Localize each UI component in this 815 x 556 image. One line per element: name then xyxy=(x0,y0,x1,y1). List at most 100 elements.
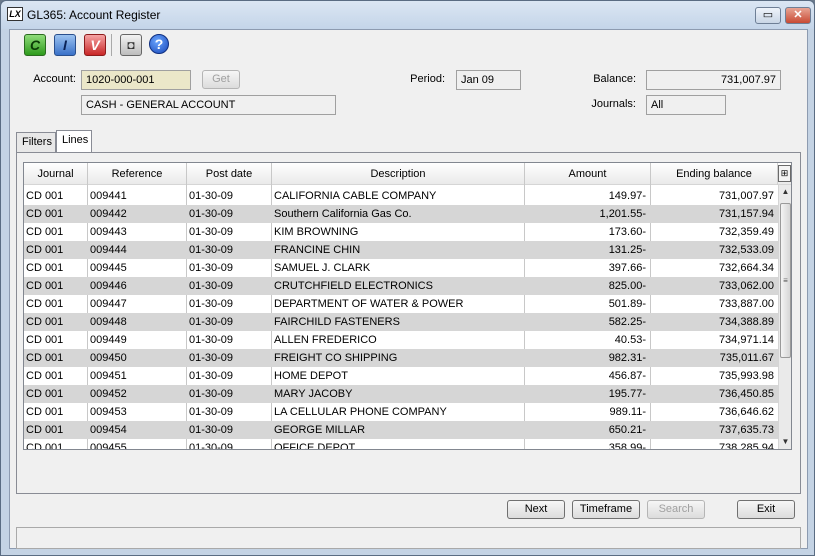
column-header-ending-balance[interactable]: Ending balance xyxy=(651,163,778,185)
table-row[interactable]: CD 001 009447 01-30-09 DEPARTMENT OF WATER … xyxy=(24,295,778,313)
cell-amount: 650.21- xyxy=(608,424,646,436)
table-row[interactable]: CD 001 009453 01-30-09 LA CELLULAR PHONE CO… xyxy=(24,403,778,421)
column-header-post-date[interactable]: Post date xyxy=(187,163,272,185)
cell-reference: 009452 xyxy=(90,388,127,400)
scrollbar-thumb[interactable]: ≡ xyxy=(780,203,791,358)
camera-icon[interactable]: ◘ xyxy=(120,34,142,56)
cell-description: MARY JACOBY xyxy=(274,388,353,400)
cell-description: OFFICE DEPOT xyxy=(274,442,356,450)
lines-tab-panel: Journal Reference Post date Description … xyxy=(16,152,801,494)
cell-reference: 009446 xyxy=(90,280,127,292)
cell-journal: CD 001 xyxy=(26,424,64,436)
cell-amount: 195.77- xyxy=(608,388,646,400)
exit-button[interactable]: Exit xyxy=(737,500,795,519)
cell-amount: 456.87- xyxy=(608,370,646,382)
cell-reference: 009444 xyxy=(90,244,127,256)
table-row[interactable]: CD 001 009455 01-30-09 OFFICE DEPOT 358.99- 7… xyxy=(24,439,778,450)
cell-post-date: 01-30-09 xyxy=(189,280,234,292)
cell-post-date: 01-30-09 xyxy=(189,262,234,274)
scroll-up-arrow-icon[interactable]: ▲ xyxy=(779,185,791,199)
account-field[interactable]: 1020-000-001 xyxy=(81,70,191,90)
table-row[interactable]: CD 001 009441 01-30-09 CALIFORNIA CABLE COM… xyxy=(24,187,778,205)
cell-ending-balance: 735,011.67 xyxy=(719,352,774,364)
window-title: GL365: Account Register xyxy=(27,8,161,22)
table-row[interactable]: CD 001 009450 01-30-09 FREIGHT CO SHIPPING 9… xyxy=(24,349,778,367)
help-icon[interactable]: ? xyxy=(149,34,169,54)
cell-post-date: 01-30-09 xyxy=(189,226,234,238)
cell-journal: CD 001 xyxy=(26,352,64,364)
column-header-description[interactable]: Description xyxy=(272,163,525,185)
table-row[interactable]: CD 001 009444 01-30-09 FRANCINE CHIN 131.25-… xyxy=(24,241,778,259)
cell-description: CRUTCHFIELD ELECTRONICS xyxy=(274,280,433,292)
next-button[interactable]: Next xyxy=(507,500,565,519)
cell-amount: 397.66- xyxy=(608,262,646,274)
cell-description: FAIRCHILD FASTENERS xyxy=(274,316,400,328)
v-toolbar-icon[interactable]: V xyxy=(84,34,106,56)
vertical-scrollbar[interactable]: ▲ ≡ ▼ xyxy=(778,185,791,449)
cell-journal: CD 001 xyxy=(26,226,64,238)
cell-ending-balance: 736,450.85 xyxy=(718,388,774,400)
cell-ending-balance: 733,062.00 xyxy=(718,280,774,292)
cell-description: Southern California Gas Co. xyxy=(274,208,412,220)
cell-amount: 1,201.55- xyxy=(599,208,646,220)
table-row[interactable]: CD 001 009451 01-30-09 HOME DEPOT 456.87- 735… xyxy=(24,367,778,385)
table-row[interactable]: CD 001 009442 01-30-09 Southern California … xyxy=(24,205,778,223)
table-header: Journal Reference Post date Description … xyxy=(24,163,791,185)
cell-amount: 149.97- xyxy=(608,190,646,202)
timeframe-button[interactable]: Timeframe xyxy=(572,500,640,519)
journals-field[interactable]: All xyxy=(646,95,726,115)
cell-journal: CD 001 xyxy=(26,280,64,292)
table-row[interactable]: CD 001 009454 01-30-09 GEORGE MILLAR 650.21-… xyxy=(24,421,778,439)
column-chooser-icon[interactable]: ⊞ xyxy=(778,165,791,182)
account-name-field: CASH - GENERAL ACCOUNT xyxy=(81,95,336,115)
search-button[interactable]: Search xyxy=(647,500,705,519)
app-icon: LX xyxy=(7,7,23,21)
cell-journal: CD 001 xyxy=(26,334,64,346)
scroll-down-arrow-icon[interactable]: ▼ xyxy=(779,435,791,449)
cell-journal: CD 001 xyxy=(26,442,64,450)
cell-amount: 825.00- xyxy=(608,280,646,292)
cell-description: LA CELLULAR PHONE COMPANY xyxy=(274,406,447,418)
column-header-amount[interactable]: Amount xyxy=(525,163,651,185)
cell-reference: 009445 xyxy=(90,262,127,274)
i-toolbar-icon[interactable]: I xyxy=(54,34,76,56)
column-header-reference[interactable]: Reference xyxy=(88,163,187,185)
cell-journal: CD 001 xyxy=(26,298,64,310)
cell-ending-balance: 731,007.97 xyxy=(718,190,774,202)
cell-reference: 009453 xyxy=(90,406,127,418)
table-row[interactable]: CD 001 009443 01-30-09 KIM BROWNING 173.60- 7… xyxy=(24,223,778,241)
cell-reference: 009442 xyxy=(90,208,127,220)
cell-description: GEORGE MILLAR xyxy=(274,424,366,436)
cell-post-date: 01-30-09 xyxy=(189,370,234,382)
close-window-button[interactable]: ✕ xyxy=(785,7,811,24)
cell-post-date: 01-30-09 xyxy=(189,424,234,436)
table-row[interactable]: CD 001 009446 01-30-09 CRUTCHFIELD ELECTRON… xyxy=(24,277,778,295)
balance-field: 731,007.97 xyxy=(646,70,781,90)
column-header-journal[interactable]: Journal xyxy=(24,163,88,185)
cell-amount: 982.31- xyxy=(608,352,646,364)
tab-lines[interactable]: Lines xyxy=(56,130,92,152)
register-table: Journal Reference Post date Description … xyxy=(23,162,792,450)
title-bar[interactable]: LX GL365: Account Register ▭ ✕ xyxy=(1,1,814,29)
cell-description: FREIGHT CO SHIPPING xyxy=(274,352,398,364)
cell-amount: 501.89- xyxy=(608,298,646,310)
cell-post-date: 01-30-09 xyxy=(189,244,234,256)
cell-amount: 131.25- xyxy=(608,244,646,256)
period-label: Period: xyxy=(410,73,445,85)
cell-amount: 358.99- xyxy=(608,442,646,450)
cell-journal: CD 001 xyxy=(26,370,64,382)
table-row[interactable]: CD 001 009448 01-30-09 FAIRCHILD FASTENERS 5… xyxy=(24,313,778,331)
period-field[interactable]: Jan 09 xyxy=(456,70,521,90)
tab-filters[interactable]: Filters xyxy=(16,132,56,152)
cell-reference: 009448 xyxy=(90,316,127,328)
table-row[interactable]: CD 001 009452 01-30-09 MARY JACOBY 195.77- 73… xyxy=(24,385,778,403)
table-row[interactable]: CD 001 009445 01-30-09 SAMUEL J. CLARK 397.6… xyxy=(24,259,778,277)
cell-reference: 009451 xyxy=(90,370,127,382)
cell-post-date: 01-30-09 xyxy=(189,298,234,310)
table-row[interactable]: CD 001 009449 01-30-09 ALLEN FREDERICO 40.53… xyxy=(24,331,778,349)
c-toolbar-icon[interactable]: C xyxy=(24,34,46,56)
restore-window-button[interactable]: ▭ xyxy=(755,7,781,24)
cell-ending-balance: 732,533.09 xyxy=(718,244,774,256)
cell-reference: 009454 xyxy=(90,424,127,436)
get-button[interactable]: Get xyxy=(202,70,240,89)
